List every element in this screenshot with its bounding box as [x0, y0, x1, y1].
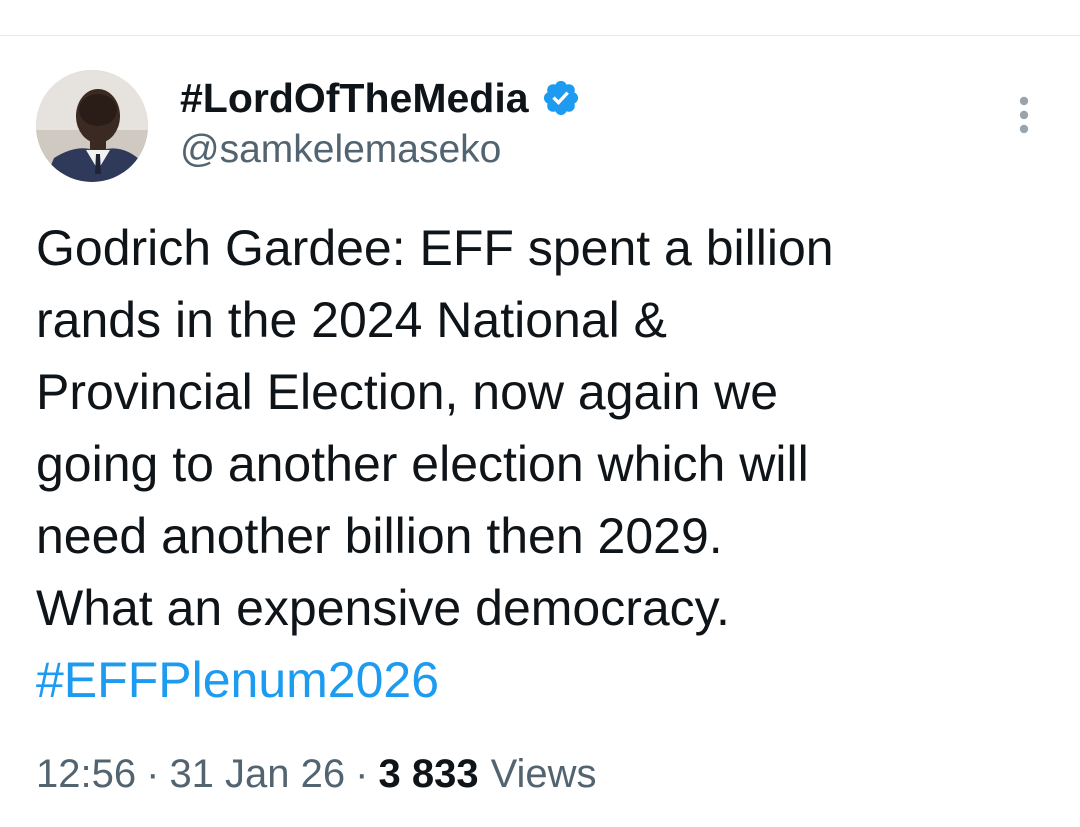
meta-separator: · — [146, 752, 160, 796]
tweet-text-line: Godrich Gardee: EFF spent a billion — [36, 220, 834, 276]
top-divider — [0, 35, 1080, 36]
views-label: Views — [490, 752, 597, 796]
tweet-date[interactable]: 31 Jan 26 — [169, 752, 345, 797]
hashtag-link[interactable]: #EFFPlenum2026 — [36, 644, 1046, 716]
verified-badge-icon[interactable] — [541, 78, 581, 118]
tweet-text: Godrich Gardee: EFF spent a billion rand… — [36, 212, 1046, 716]
more-options-button[interactable] — [1004, 92, 1044, 138]
author-handle[interactable]: @samkelemaseko — [180, 128, 501, 172]
more-vertical-icon — [1019, 96, 1029, 134]
tweet-time[interactable]: 12:56 — [36, 752, 136, 797]
views-count: 3 833 — [378, 752, 479, 796]
tweet-text-line: What an expensive democracy. — [36, 580, 730, 636]
tweet-text-line: going to another election which will — [36, 436, 809, 492]
author-display-name[interactable]: #LordOfTheMedia — [180, 75, 529, 122]
tweet-meta: 12:56 · 31 Jan 26 · 3 833 Views — [36, 752, 597, 797]
avatar-image — [36, 70, 148, 182]
tweet-text-line: rands in the 2024 National & — [36, 292, 667, 348]
tweet-text-line: need another billion then 2029. — [36, 508, 723, 564]
meta-separator: · — [355, 752, 369, 796]
author-name-row: #LordOfTheMedia — [180, 72, 581, 124]
tweet-text-line: Provincial Election, now again we — [36, 364, 779, 420]
avatar[interactable] — [36, 70, 148, 182]
